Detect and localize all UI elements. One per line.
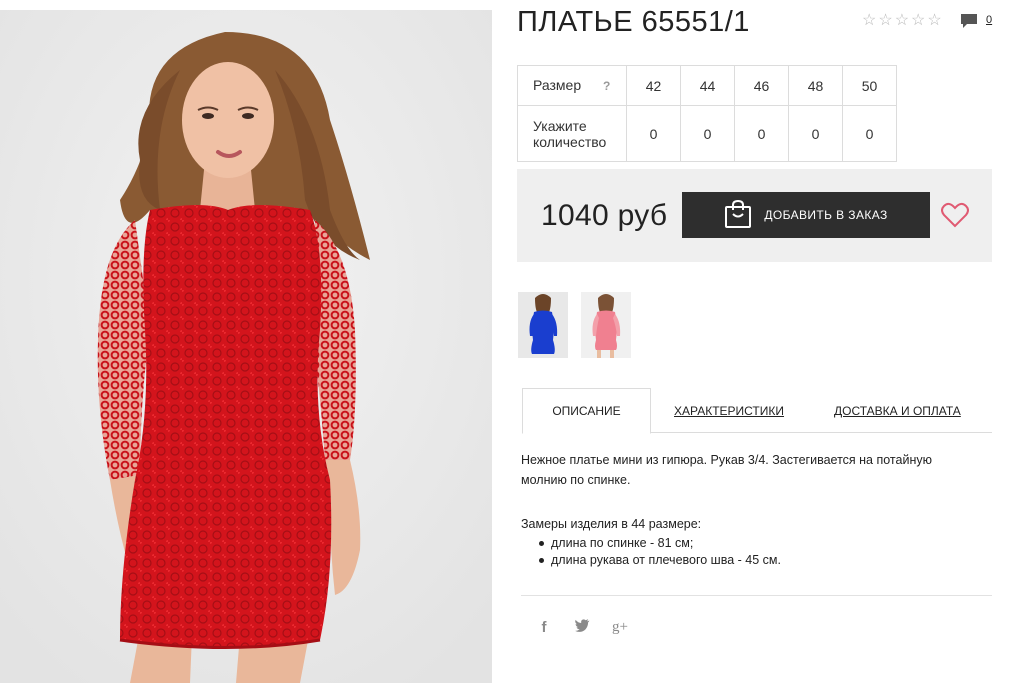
size-label: Размер <box>533 77 582 93</box>
facebook-icon[interactable]: f <box>535 619 553 636</box>
twitter-icon[interactable] <box>573 619 591 636</box>
size-quantity-table: Размер ? 42 44 46 48 50 Укажите количест… <box>517 65 897 162</box>
description-text: Нежное платье мини из гипюра. Рукав 3/4.… <box>521 453 932 487</box>
tab-delivery-payment[interactable]: ДОСТАВКА И ОПЛАТА <box>834 388 961 433</box>
social-share: f g+ <box>535 619 629 636</box>
product-title: ПЛАТЬЕ 65551/1 <box>517 6 750 38</box>
measurements-list: длина по спинке - 81 см; длина рукава от… <box>539 535 971 569</box>
product-description: Нежное платье мини из гипюра. Рукав 3/4.… <box>521 450 971 569</box>
quantity-label: Укажите количество <box>517 105 627 162</box>
list-item: длина по спинке - 81 см; <box>539 535 971 552</box>
size-48: 48 <box>788 65 843 106</box>
comment-icon <box>960 13 978 28</box>
google-plus-icon[interactable]: g+ <box>611 619 629 636</box>
quantity-input-44[interactable]: 0 <box>680 105 735 162</box>
size-label-cell: Размер ? <box>517 65 627 106</box>
product-info-tabs: ОПИСАНИЕ ХАРАКТЕРИСТИКИ ДОСТАВКА И ОПЛАТ… <box>522 388 992 434</box>
thumbnail-blue-dress[interactable] <box>518 292 568 358</box>
star-icon[interactable]: ☆ <box>895 12 909 30</box>
quantity-input-48[interactable]: 0 <box>788 105 843 162</box>
color-thumbnails <box>518 292 631 358</box>
star-icon[interactable]: ☆ <box>862 12 876 30</box>
measurements-title: Замеры изделия в 44 размере: <box>521 517 702 531</box>
shopping-bag-icon <box>724 199 752 232</box>
add-to-order-button[interactable]: ДОБАВИТЬ В ЗАКАЗ <box>682 192 930 238</box>
quantity-input-46[interactable]: 0 <box>734 105 789 162</box>
product-price: 1040 руб <box>541 199 668 232</box>
star-icon[interactable]: ☆ <box>927 12 941 30</box>
quantity-input-50[interactable]: 0 <box>842 105 897 162</box>
thumbnail-pink-dress[interactable] <box>581 292 631 358</box>
divider <box>521 595 992 596</box>
tab-description[interactable]: ОПИСАНИЕ <box>522 388 651 434</box>
size-help-icon[interactable]: ? <box>603 79 610 93</box>
size-46: 46 <box>734 65 789 106</box>
size-44: 44 <box>680 65 735 106</box>
rating-stars[interactable]: ☆ ☆ ☆ ☆ ☆ <box>862 12 942 30</box>
tab-characteristics[interactable]: ХАРАКТЕРИСТИКИ <box>674 388 784 433</box>
quantity-input-42[interactable]: 0 <box>626 105 681 162</box>
product-main-photo[interactable] <box>0 10 492 683</box>
comment-count[interactable]: 0 <box>986 14 992 26</box>
add-to-order-label: ДОБАВИТЬ В ЗАКАЗ <box>764 208 888 222</box>
size-42: 42 <box>626 65 681 106</box>
star-icon[interactable]: ☆ <box>878 12 892 30</box>
favorite-heart-icon[interactable] <box>941 202 969 228</box>
size-50: 50 <box>842 65 897 106</box>
buy-box: 1040 руб ДОБАВИТЬ В ЗАКАЗ <box>517 169 992 262</box>
star-icon[interactable]: ☆ <box>911 12 925 30</box>
list-item: длина рукава от плечевого шва - 45 см. <box>539 552 971 569</box>
comments-link[interactable]: 0 <box>960 13 992 28</box>
